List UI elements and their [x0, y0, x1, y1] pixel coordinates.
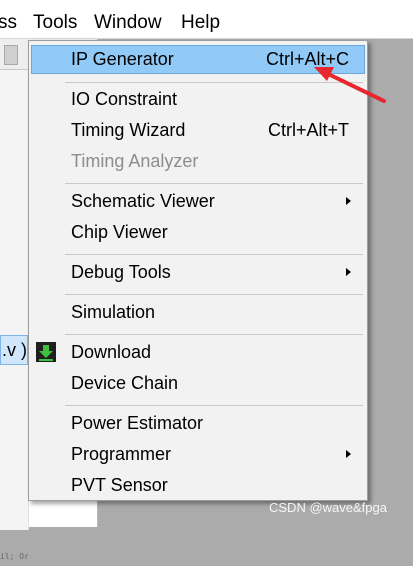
menu-tools[interactable]: Tools	[33, 11, 77, 35]
download-icon	[36, 342, 56, 362]
submenu-arrow-icon	[346, 450, 351, 458]
shortcut-timing-wizard: Ctrl+Alt+T	[267, 120, 349, 140]
menu-separator	[65, 183, 363, 184]
menu-process-partial[interactable]: ss	[0, 11, 17, 35]
menu-separator	[65, 254, 363, 255]
menu-item-programmer[interactable]: Programmer	[31, 440, 365, 469]
menu-separator	[65, 334, 363, 335]
menu-item-pvt-sensor[interactable]: PVT Sensor	[31, 471, 365, 500]
menu-item-debug-tools[interactable]: Debug Tools	[31, 258, 365, 287]
menu-item-timing-wizard[interactable]: Timing Wizard Ctrl+Alt+T	[31, 116, 365, 145]
menu-item-power-estimator[interactable]: Power Estimator	[31, 409, 365, 438]
submenu-arrow-icon	[346, 268, 351, 276]
annotation-arrow-icon	[314, 67, 386, 103]
menu-item-chip-viewer[interactable]: Chip Viewer	[31, 218, 365, 247]
menu-separator	[65, 294, 363, 295]
selected-file-item[interactable]: .v )	[0, 335, 28, 365]
toolbar-icon[interactable]	[4, 45, 18, 65]
menu-window[interactable]: Window	[94, 11, 162, 35]
menubar: ss Tools Window Help	[0, 0, 413, 39]
bottom-text: il; Ordr	[0, 552, 28, 561]
tools-menu: IP Generator Ctrl+Alt+C IO Constraint Ti…	[28, 40, 368, 501]
menu-item-device-chain[interactable]: Device Chain	[31, 369, 365, 398]
submenu-arrow-icon	[346, 197, 351, 205]
menu-separator	[65, 405, 363, 406]
watermark: CSDN @wave&fpga	[269, 500, 387, 515]
menu-help[interactable]: Help	[181, 11, 220, 35]
menu-item-schematic-viewer[interactable]: Schematic Viewer	[31, 187, 365, 216]
menu-item-timing-analyzer: Timing Analyzer	[71, 151, 199, 171]
menu-item-download[interactable]: Download	[31, 338, 365, 367]
menu-item-simulation[interactable]: Simulation	[31, 298, 365, 327]
tree-gutter	[0, 70, 29, 530]
